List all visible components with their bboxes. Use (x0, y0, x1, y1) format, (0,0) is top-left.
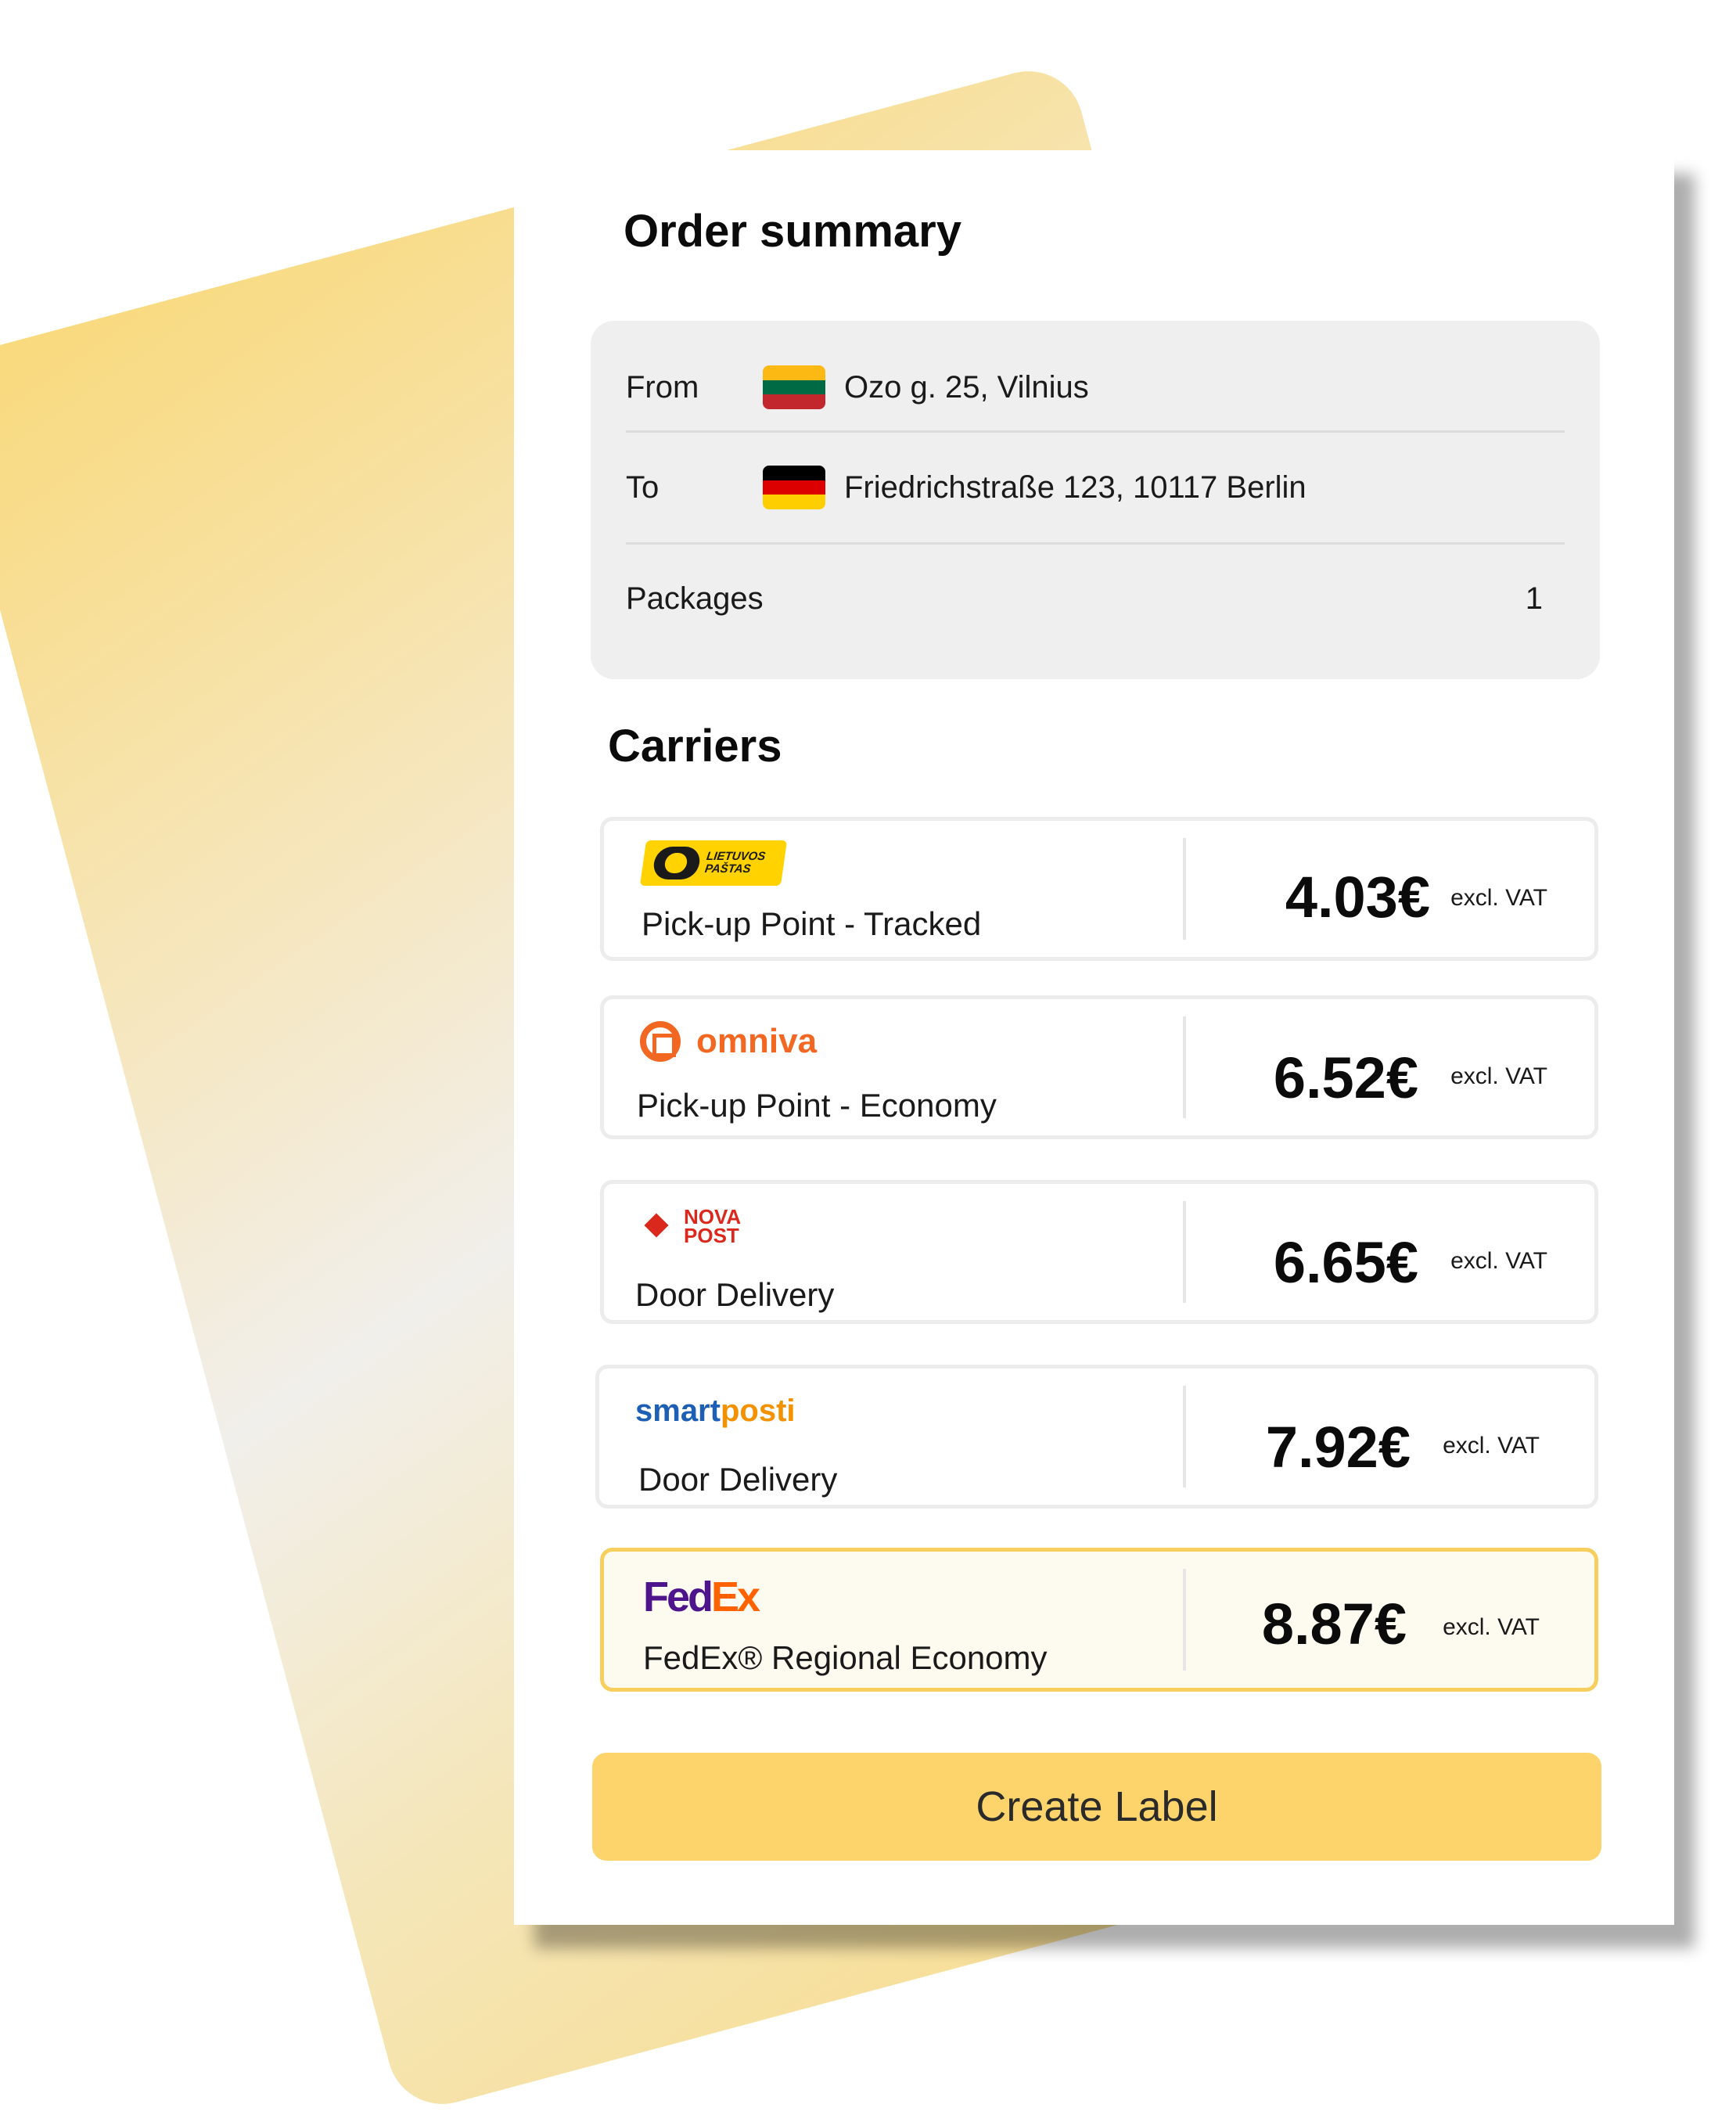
to-address: Friedrichstraße 123, 10117 Berlin (844, 469, 1306, 505)
carriers-heading: Carriers (608, 721, 782, 772)
carrier-service-name: Pick-up Point - Economy (637, 1087, 997, 1124)
divider (1183, 1569, 1186, 1671)
omniva-mark-icon (640, 1021, 681, 1062)
germany-flag-icon (763, 466, 825, 509)
carrier-service-name: Door Delivery (638, 1461, 838, 1498)
smartposti-logo: smart posti (635, 1393, 796, 1428)
carrier-price: 6.65€ (1273, 1230, 1418, 1295)
carrier-service-name: Pick-up Point - Tracked (642, 905, 982, 942)
carrier-option-omniva[interactable]: omniva Pick-up Point - Economy 6.52€ exc… (600, 995, 1598, 1139)
from-address: Ozo g. 25, Vilnius (844, 369, 1089, 405)
nova-post-mark-icon (640, 1209, 674, 1243)
from-row: From Ozo g. 25, Vilnius (626, 344, 1565, 433)
divider (1183, 1201, 1186, 1303)
carrier-service-name: FedEx® Regional Economy (643, 1639, 1048, 1676)
fedex-logo: Fed Ex (643, 1574, 760, 1620)
order-summary-box: From Ozo g. 25, Vilnius To Friedrichstra… (591, 321, 1600, 679)
lietuvos-pastas-logo: LIETUVOS PAŠTAS (639, 838, 788, 888)
carrier-price: 8.87€ (1261, 1592, 1407, 1656)
post-horn-icon (652, 847, 702, 879)
lithuania-flag-icon (763, 365, 825, 409)
to-label: To (626, 469, 660, 505)
divider (1183, 1016, 1186, 1118)
divider (1183, 838, 1186, 940)
packages-row: Packages 1 (626, 556, 1565, 642)
to-row: To Friedrichstraße 123, 10117 Berlin (626, 433, 1565, 545)
carrier-service-name: Door Delivery (635, 1276, 835, 1313)
nova-post-logo: NOVA POST (640, 1201, 741, 1251)
vat-note: excl. VAT (1450, 885, 1547, 911)
page-title: Order summary (624, 206, 961, 257)
vat-note: excl. VAT (1443, 1433, 1540, 1459)
omniva-logo: omniva (640, 1016, 817, 1066)
carrier-option-fedex[interactable]: Fed Ex FedEx® Regional Economy 8.87€ excl… (600, 1548, 1598, 1692)
from-label: From (626, 369, 699, 405)
packages-label: Packages (626, 581, 764, 616)
order-card: Order summary From Ozo g. 25, Vilnius To (514, 150, 1674, 1925)
carrier-option-smartposti[interactable]: smart posti Door Delivery 7.92€ excl. VAT (595, 1365, 1598, 1509)
vat-note: excl. VAT (1443, 1614, 1540, 1640)
carrier-price: 7.92€ (1265, 1415, 1411, 1480)
carrier-option-nova-post[interactable]: NOVA POST Door Delivery 6.65€ excl. VAT (600, 1180, 1598, 1324)
vat-note: excl. VAT (1450, 1063, 1547, 1089)
carrier-price: 6.52€ (1273, 1045, 1418, 1110)
carrier-option-lietuvos-pastas[interactable]: LIETUVOS PAŠTAS Pick-up Point - Tracked 4… (600, 817, 1598, 961)
packages-count: 1 (1525, 581, 1543, 616)
carrier-price: 4.03€ (1285, 865, 1430, 930)
vat-note: excl. VAT (1450, 1248, 1547, 1274)
divider (1183, 1386, 1186, 1487)
stage: Order summary From Ozo g. 25, Vilnius To (0, 0, 1736, 2115)
create-label-button[interactable]: Create Label (592, 1753, 1601, 1861)
